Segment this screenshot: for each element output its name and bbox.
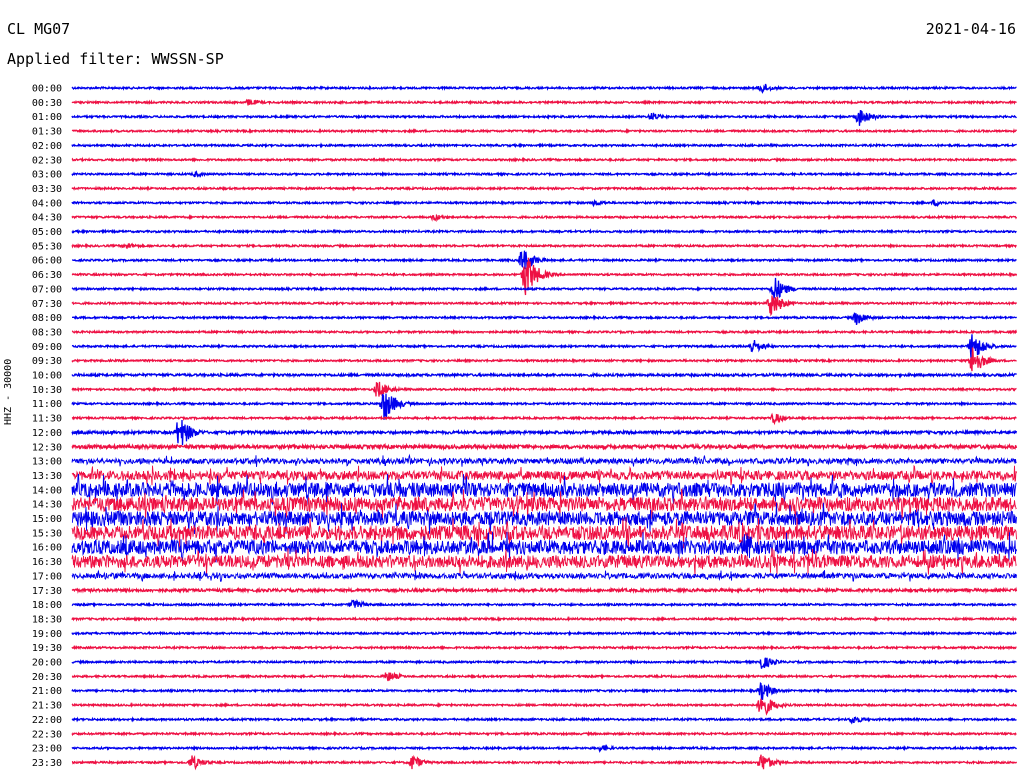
- seismic-trace: [71, 586, 1018, 595]
- y-tick-label: 04:00: [32, 198, 62, 209]
- y-tick-label: 10:00: [32, 371, 62, 382]
- seismic-trace: [71, 328, 1018, 335]
- y-tick-label: 18:30: [32, 614, 62, 625]
- y-tick-label: 02:30: [32, 155, 62, 166]
- y-tick-label: 17:00: [32, 571, 62, 582]
- y-tick-label: 16:00: [32, 543, 62, 554]
- seismic-trace: [71, 629, 1017, 637]
- y-tick-label: 14:30: [32, 500, 62, 511]
- seismic-trace: [71, 371, 1017, 379]
- seismic-trace: [71, 442, 1018, 452]
- seismic-trace: [71, 657, 1017, 669]
- y-tick-label: 23:00: [32, 744, 62, 755]
- trace-group: [71, 83, 1018, 771]
- y-tick-label: 20:30: [32, 672, 62, 683]
- seismic-trace: [71, 295, 1018, 317]
- seismic-trace: [71, 615, 1018, 623]
- y-tick-label: 19:30: [32, 643, 62, 654]
- y-tick-label: 15:30: [32, 528, 62, 539]
- seismic-trace: [71, 83, 1017, 94]
- seismic-trace: [71, 671, 1017, 682]
- seismic-trace: [71, 170, 1018, 178]
- y-tick-label: 08:30: [32, 327, 62, 338]
- seismic-trace: [71, 598, 1017, 608]
- seismic-trace: [71, 228, 1017, 235]
- y-tick-label: 00:30: [32, 98, 62, 109]
- y-tick-label: 18:00: [32, 600, 62, 611]
- seismic-trace: [71, 453, 1017, 467]
- seismic-trace: [71, 412, 1017, 426]
- seismic-trace: [71, 716, 1017, 725]
- y-tick-label: 22:30: [32, 729, 62, 740]
- seismic-trace: [71, 698, 1018, 716]
- y-tick-label: 08:00: [32, 313, 62, 324]
- y-tick-label: 21:00: [32, 686, 62, 697]
- seismic-trace: [71, 127, 1018, 135]
- seismic-trace: [71, 277, 1018, 299]
- seismic-trace: [71, 754, 1018, 771]
- y-tick-label: 14:00: [32, 485, 62, 496]
- y-tick-label: 09:30: [32, 356, 62, 367]
- y-tick-label: 05:00: [32, 227, 62, 238]
- seismic-trace: [71, 98, 1017, 106]
- seismic-trace: [71, 381, 1017, 397]
- seismic-trace: [71, 682, 1018, 700]
- y-tick-label: 22:00: [32, 715, 62, 726]
- seismic-trace: [72, 312, 1018, 325]
- seismic-trace: [71, 334, 1017, 359]
- seismic-trace: [71, 213, 1018, 223]
- y-tick-label: 02:00: [32, 141, 62, 152]
- seismic-trace: [71, 464, 1017, 486]
- seismic-trace: [71, 156, 1017, 163]
- seismic-trace: [71, 730, 1017, 737]
- y-tick-label: 07:30: [32, 299, 62, 310]
- y-tick-label: 11:00: [32, 399, 62, 410]
- y-tick-label: 06:00: [32, 256, 62, 267]
- y-tick-label: 16:30: [32, 557, 62, 568]
- seismic-trace: [71, 109, 1017, 126]
- y-tick-label: 23:30: [32, 758, 62, 769]
- seismic-trace: [71, 744, 1017, 754]
- seismic-trace: [72, 250, 1017, 270]
- y-tick-label: 13:00: [32, 457, 62, 468]
- y-tick-label: 05:30: [32, 241, 62, 252]
- y-tick-label: 00:00: [32, 84, 62, 95]
- y-tick-label: 01:00: [32, 112, 62, 123]
- y-tick-label: 03:00: [32, 170, 62, 181]
- y-tick-label: 04:30: [32, 213, 62, 224]
- seismic-trace: [71, 185, 1017, 192]
- y-tick-label: 10:30: [32, 385, 62, 396]
- y-tick-label: 17:30: [32, 586, 62, 597]
- seismic-trace: [71, 198, 1017, 208]
- y-tick-label: 12:00: [32, 428, 62, 439]
- helicorder-plot: 00:00 00:30 01:00 01:30 02:00 02:30 03:00 03:30…: [32, 83, 1018, 771]
- seismic-trace: [71, 142, 1017, 149]
- y-tick-label: 15:00: [32, 514, 62, 525]
- y-tick-label: 20:00: [32, 658, 62, 669]
- seismic-trace: [71, 569, 1017, 582]
- seismic-trace: [71, 393, 1017, 420]
- tick-label-group: 00:00 00:30 01:00 01:30 02:00 02:30 03:00 03:30…: [32, 84, 62, 769]
- seismic-trace: [71, 242, 1017, 250]
- y-tick-label: 03:30: [32, 184, 62, 195]
- y-tick-label: 11:30: [32, 414, 62, 425]
- y-tick-label: 06:30: [32, 270, 62, 281]
- seismic-trace: [71, 419, 1018, 446]
- y-tick-label: 13:30: [32, 471, 62, 482]
- seismic-trace: [71, 347, 1017, 372]
- y-tick-label: 09:00: [32, 342, 62, 353]
- y-tick-label: 01:30: [32, 127, 62, 138]
- y-tick-label: 19:00: [32, 629, 62, 640]
- y-tick-label: 07:00: [32, 284, 62, 295]
- seismic-trace: [71, 644, 1017, 651]
- y-tick-label: 12:30: [32, 442, 62, 453]
- y-tick-label: 21:30: [32, 701, 62, 712]
